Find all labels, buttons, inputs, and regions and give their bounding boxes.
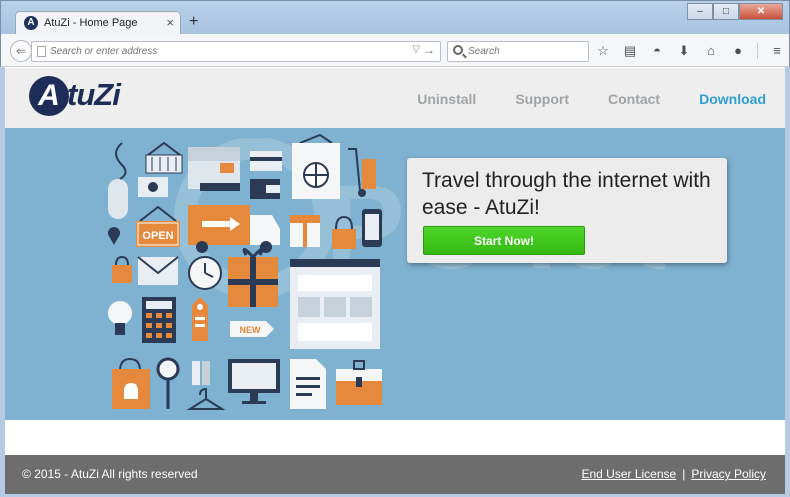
- logo-text: tuZi: [67, 77, 121, 112]
- basket-icon: [145, 141, 183, 174]
- close-window-button[interactable]: ✕: [739, 3, 783, 20]
- browser-tab[interactable]: A AtuZi - Home Page ×: [15, 11, 181, 35]
- browser-titlebar: A AtuZi - Home Page × + – □ ✕: [0, 0, 790, 35]
- briefcase-icon: [336, 360, 382, 405]
- gift-icon-small: [290, 215, 320, 247]
- toolbar-separator: [757, 43, 758, 59]
- document-icon: [290, 359, 326, 409]
- price-tag-icon: [192, 297, 208, 341]
- search-icon: [453, 45, 463, 55]
- location-pin-icon: [108, 227, 120, 245]
- site-favicon-icon: A: [24, 16, 38, 30]
- toolbar-icons: ☆ ▤ ◓ ⬇ ⌂ ● ≡: [595, 43, 785, 59]
- shopping-illustration: OPEN NEW: [108, 133, 382, 410]
- chat-icon[interactable]: ●: [730, 43, 746, 59]
- star-icon[interactable]: ☆: [595, 43, 611, 59]
- maximize-button[interactable]: □: [713, 3, 739, 20]
- padlock-small-icon: [112, 255, 132, 283]
- hero-banner: PC .com: [5, 128, 785, 420]
- nav-uninstall[interactable]: Uninstall: [417, 91, 476, 107]
- history-dropdown-icon[interactable]: ▽: [412, 44, 420, 55]
- window-frame-right: [785, 67, 790, 497]
- main-nav: Uninstall Support Contact Download: [417, 91, 766, 107]
- pocket-icon[interactable]: ◓: [649, 43, 665, 59]
- reading-list-icon[interactable]: ▤: [622, 43, 638, 59]
- nav-download[interactable]: Download: [699, 91, 766, 107]
- shopping-bag-globe-icon: [292, 133, 340, 199]
- hand-truck-icon: [348, 148, 376, 197]
- open-sign-icon: OPEN: [136, 205, 180, 247]
- hanger-icon: [186, 387, 226, 410]
- gift-box-icon: [228, 248, 278, 307]
- calculator-icon: [142, 297, 176, 343]
- new-tag-text: NEW: [240, 325, 262, 335]
- monitor-icon: [228, 359, 280, 404]
- download-icon[interactable]: ⬇: [676, 43, 692, 59]
- tab-close-icon[interactable]: ×: [166, 15, 174, 30]
- box-icon: [188, 147, 240, 191]
- go-arrow-icon[interactable]: →: [423, 43, 435, 57]
- tab-title: AtuZi - Home Page: [44, 17, 138, 29]
- cta-callout: Travel through the internet with ease - …: [407, 158, 727, 263]
- nav-support[interactable]: Support: [515, 91, 569, 107]
- credit-card-icon: [250, 151, 282, 171]
- page-icon: [37, 46, 46, 57]
- back-button[interactable]: ⇐: [10, 40, 32, 62]
- minimize-button[interactable]: –: [687, 3, 713, 20]
- site-footer: © 2015 - AtuZi All rights reserved End U…: [5, 455, 785, 494]
- magnifier-icon: [156, 357, 180, 409]
- envelope-icon: [137, 256, 179, 285]
- search-bar[interactable]: [447, 41, 589, 62]
- address-input[interactable]: [50, 42, 420, 61]
- window-controls: – □ ✕: [687, 3, 783, 20]
- smartphone-icon: [362, 209, 382, 247]
- end-user-license-link[interactable]: End User License: [581, 467, 676, 481]
- clock-icon: [188, 256, 222, 290]
- copyright-text: © 2015 - AtuZi All rights reserved: [22, 467, 198, 481]
- footer-links: End User License | Privacy Policy: [581, 467, 766, 481]
- books-icon: [192, 361, 210, 385]
- menu-icon[interactable]: ≡: [769, 43, 785, 59]
- browser-toolbar: ▽ → ⇐ ☆ ▤ ◓ ⬇ ⌂ ● ≡: [0, 34, 790, 67]
- footer-separator: |: [682, 467, 686, 481]
- open-sign-text: OPEN: [142, 230, 173, 242]
- delivery-truck-icon: [188, 205, 280, 253]
- back-arrow-icon: ⇐: [15, 44, 27, 58]
- start-now-button[interactable]: Start Now!: [423, 226, 585, 255]
- web-page-icon: [290, 259, 380, 349]
- cash-icon: [138, 177, 168, 197]
- new-tab-button[interactable]: +: [189, 14, 198, 30]
- content-spacer: [5, 420, 785, 455]
- nav-contact[interactable]: Contact: [608, 91, 660, 107]
- address-bar[interactable]: ▽ →: [31, 41, 441, 62]
- home-icon[interactable]: ⌂: [703, 43, 719, 59]
- hero-headline: Travel through the internet with ease - …: [422, 169, 711, 219]
- light-bulb-icon: [108, 301, 132, 335]
- privacy-policy-link[interactable]: Privacy Policy: [691, 467, 766, 481]
- new-tag-icon: NEW: [230, 321, 274, 337]
- mouse-icon: [108, 142, 128, 219]
- padlock-icon: [332, 215, 356, 249]
- wallet-icon: [250, 179, 280, 199]
- logo-letter: A: [29, 76, 69, 116]
- shopping-bag-icon: [112, 357, 150, 409]
- search-input[interactable]: [468, 42, 586, 61]
- site-header: A tuZi Uninstall Support Contact Downloa…: [5, 68, 785, 128]
